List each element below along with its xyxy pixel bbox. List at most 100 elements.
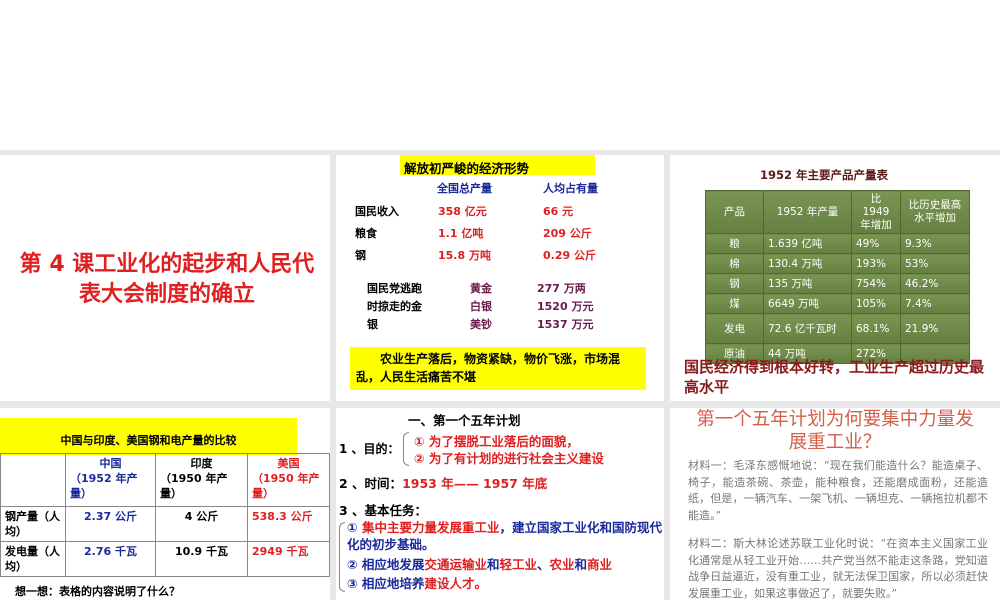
table-row: 棉 130.4 万吨 193% 53% (705, 253, 970, 274)
task-num: ① (347, 520, 358, 535)
slide-6[interactable]: 第一个五年计划为何要集中力量发展重工业？ 材料一：毛泽东感慨地说：“现在我们能造… (670, 408, 1000, 600)
purpose-label: 1 、目的： (339, 442, 400, 456)
row-label: 粮食 (355, 227, 377, 240)
loot-item: 美钞 (470, 318, 492, 331)
table-row: 粮 1.639 亿吨 49% 9.3% (705, 233, 970, 254)
purpose-item: ② 为了有计划的进行社会主义建设 (414, 451, 604, 466)
task-text: 、 (536, 557, 550, 572)
loot-value: 1520 万元 (537, 300, 594, 313)
brace-icon (403, 432, 409, 466)
cell: 53% (900, 253, 970, 274)
cell: 煤 (705, 293, 764, 314)
cell: 46.2% (900, 273, 970, 294)
cell: 9.3% (900, 233, 970, 254)
brace-icon (339, 522, 345, 592)
task-highlight: 集中主要力量发展重工业 (361, 520, 500, 535)
header-note: （1952 年产量） (70, 472, 138, 500)
task-highlight: 交通运输业 (424, 557, 487, 572)
production-table: 产品 1952 年产量 比 1949 年增加 比历史最高水平增加 粮 1.639 … (705, 190, 970, 364)
row-label: 钢 (355, 249, 366, 262)
time-line: 2 、时间：1953 年—— 1957 年底 (339, 473, 547, 492)
lesson-title: 第 4 课工业化的起步和人民代表大会制度的确立 (19, 252, 315, 307)
header-name: 中国 (99, 457, 122, 470)
task-2: ② 相应地发展交通运输业和轻工业、农业和商业 (347, 554, 612, 573)
header-note: （1950 年产量） (160, 472, 228, 500)
cell: 7.4% (900, 293, 970, 314)
header-per-capita: 人均占有量 (543, 182, 598, 195)
header-cell: 产品 (705, 190, 764, 234)
table-row: 钢产量（人均） 2.37 公斤 4 公斤 538.3 公斤 (0, 506, 330, 542)
cell: 2949 千瓦 (247, 541, 330, 577)
row-label: 钢产量（人均） (0, 506, 66, 542)
cell: 130.4 万吨 (763, 253, 852, 274)
cell: 发电 (705, 313, 764, 344)
task-3: ③ 相应地培养建设人才。 (347, 573, 487, 592)
task-text: 和 (574, 557, 588, 572)
summary-box: 农业生产落后，物资紧缺，物价飞涨，市场混乱，人民生活痛苦不堪 (350, 347, 646, 390)
task-highlight: 商业 (587, 557, 613, 572)
cell: 193% (851, 253, 901, 274)
cell: 粮 (705, 233, 764, 254)
cell: 棉 (705, 253, 764, 274)
header-cell: 中国 （1952 年产量） (65, 453, 156, 507)
slide-4[interactable]: 中国与印度、美国钢和电产量的比较 中国 （1952 年产量） 印度 （1950 年产… (0, 408, 330, 600)
header-note: （1950 年产量） (252, 472, 320, 500)
conclusion-text: 国民经济得到根本好转，工业生产超过历史最高水平 (684, 358, 985, 396)
cell: 538.3 公斤 (247, 506, 330, 542)
task-highlight: 农业 (549, 557, 575, 572)
slide-title: 第一个五年计划为何要集中力量发展重工业？ (696, 409, 974, 453)
header-cell (0, 453, 66, 507)
row-per: 209 公斤 (543, 227, 592, 240)
question-text: 想一想：表格的内容说明了什么？ (15, 585, 180, 598)
cell: 754% (851, 273, 901, 294)
slide-2[interactable]: 解放初严峻的经济形势 全国总产量 人均占有量 国民收入 358 亿元 66 元 … (336, 155, 664, 401)
cell: 钢 (705, 273, 764, 294)
row-total: 15.8 万吨 (438, 249, 491, 262)
loot-item: 白银 (470, 300, 492, 313)
time-label: 2 、时间： (339, 476, 403, 491)
slide-title: 一、第一个五年计划 (408, 413, 521, 428)
task-highlight: 建设人才。 (424, 576, 487, 591)
header-cell: 比历史最高水平增加 (900, 190, 970, 234)
slide-grid: 第 4 课工业化的起步和人民代表大会制度的确立 解放初严峻的经济形势 全国总产量… (0, 150, 1000, 600)
slide-5[interactable]: 一、第一个五年计划 1 、目的： ① 为了摆脱工业落后的面貌， ② 为了有计划的… (336, 408, 664, 600)
table-title: 1952 年主要产品产量表 (760, 168, 889, 182)
cell: 6649 万吨 (763, 293, 852, 314)
slide-3[interactable]: 1952 年主要产品产量表 产品 1952 年产量 比 1949 年增加 比历史… (670, 155, 1000, 401)
cell: 2.37 公斤 (65, 506, 156, 542)
row-per: 0.29 公斤 (543, 249, 596, 262)
cell: 1.639 亿吨 (763, 233, 852, 254)
tasks-label: 3 、基本任务： (339, 503, 428, 518)
slide-title: 中国与印度、美国钢和电产量的比较 (0, 418, 297, 455)
cell: 68.1% (851, 313, 901, 344)
cell: 10.9 千瓦 (155, 541, 248, 577)
header-cell: 1952 年产量 (763, 190, 852, 234)
header-total: 全国总产量 (437, 182, 492, 195)
row-per: 66 元 (543, 205, 574, 218)
header-name: 美国 (277, 457, 300, 470)
table-header-row: 产品 1952 年产量 比 1949 年增加 比历史最高水平增加 (705, 190, 970, 234)
cell: 105% (851, 293, 901, 314)
slide-title: 解放初严峻的经济形势 (400, 155, 595, 176)
cell: 49% (851, 233, 901, 254)
material-1: 材料一：毛泽东感慨地说：“现在我们能造什么？能造桌子、椅子，能造茶碗、茶壶，能种… (688, 459, 988, 522)
loot-value: 1537 万元 (537, 318, 594, 331)
table-header-row: 中国 （1952 年产量） 印度 （1950 年产量） 美国 （1950 年产量） (0, 453, 330, 507)
cell: 4 公斤 (155, 506, 248, 542)
row-label: 国民收入 (355, 205, 399, 218)
table-row: 煤 6649 万吨 105% 7.4% (705, 293, 970, 314)
header-cell: 美国 （1950 年产量） (247, 453, 330, 507)
task-1: ① 集中主要力量发展重工业，建立国家工业化和国防现代化的初步基础。 (347, 519, 663, 553)
row-total: 358 亿元 (438, 205, 487, 218)
table-row: 发电量（人均） 2.76 千瓦 10.9 千瓦 2949 千瓦 (0, 541, 330, 577)
slide-1[interactable]: 第 4 课工业化的起步和人民代表大会制度的确立 (0, 155, 330, 401)
loot-value: 277 万两 (537, 282, 586, 295)
table-row: 发电 72.6 亿千瓦时 68.1% 21.9% (705, 313, 970, 344)
task-highlight: 轻工业 (499, 557, 537, 572)
loot-item: 黄金 (470, 282, 492, 295)
header-cell: 印度 （1950 年产量） (155, 453, 248, 507)
table-row: 钢 135 万吨 754% 46.2% (705, 273, 970, 294)
task-text: ③ 相应地培养 (347, 576, 425, 591)
header-cell: 比 1949 年增加 (851, 190, 901, 234)
task-text: 和 (486, 557, 500, 572)
